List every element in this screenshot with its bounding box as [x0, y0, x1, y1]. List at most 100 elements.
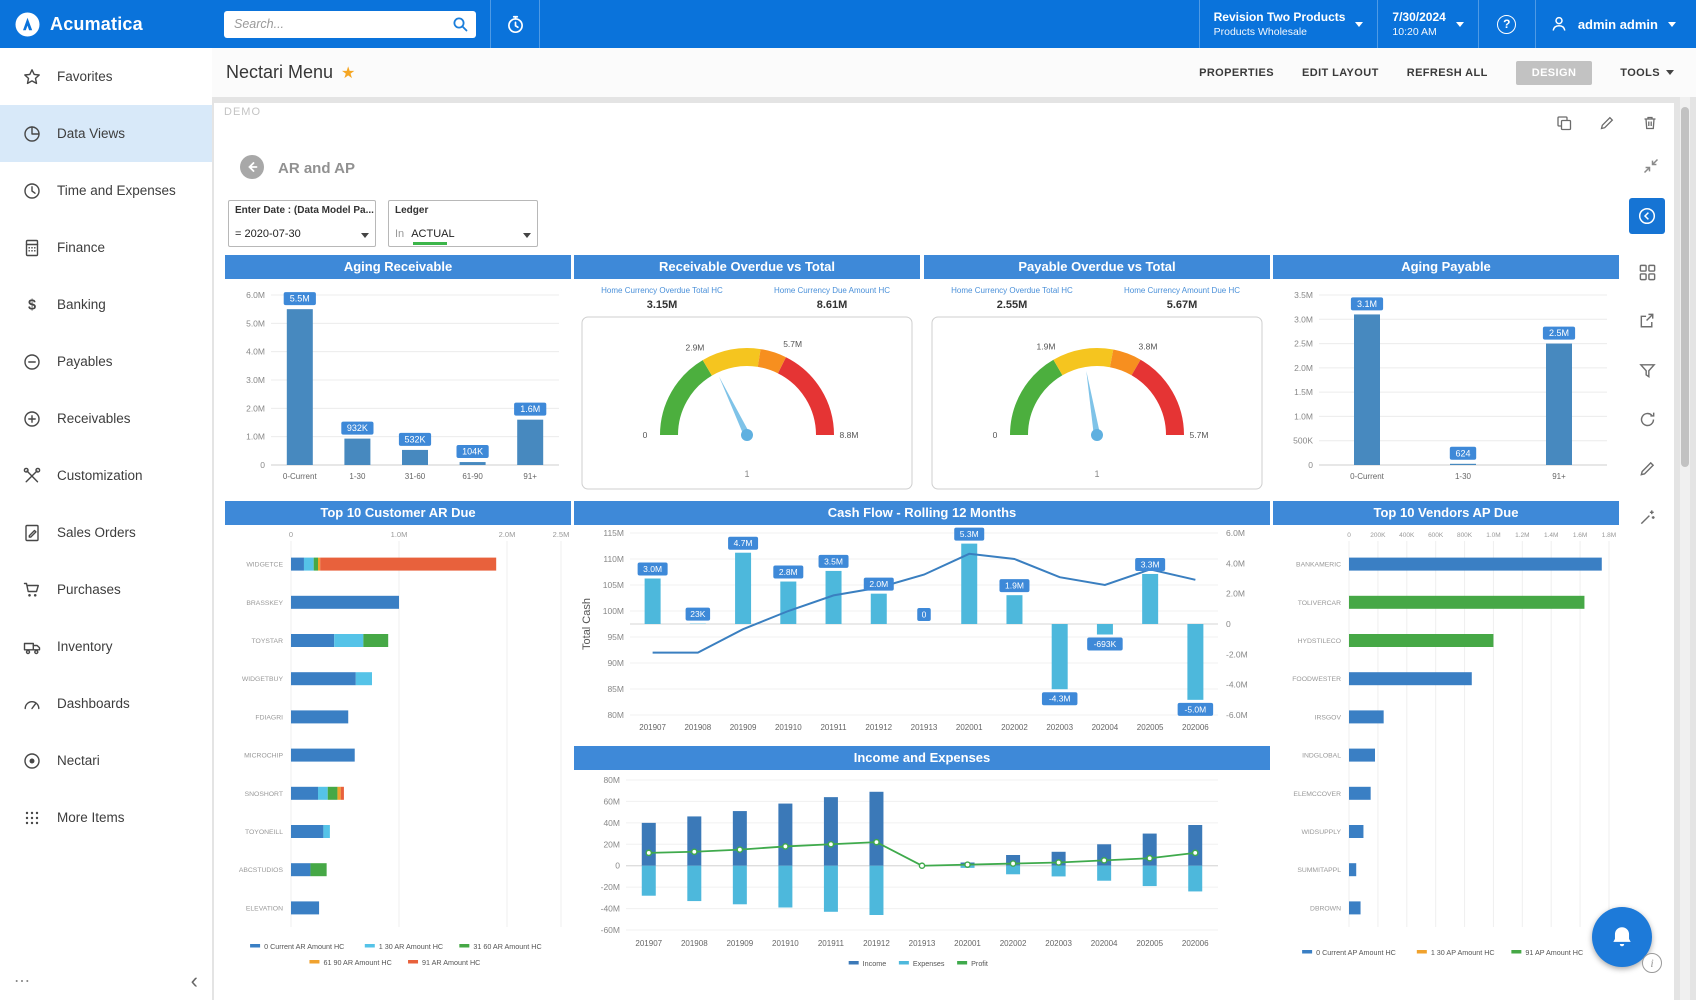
design-button[interactable]: DESIGN	[1516, 61, 1593, 85]
svg-text:3.5M: 3.5M	[1294, 290, 1313, 300]
svg-text:0: 0	[260, 460, 265, 470]
enter-date-filter[interactable]: Enter Date : (Data Model Pa... = 2020-07…	[228, 200, 376, 247]
svg-text:201910: 201910	[772, 939, 799, 948]
share-icon	[1638, 312, 1657, 331]
svg-text:2.0M: 2.0M	[1294, 363, 1313, 373]
collapse-toolbar-button[interactable]	[1629, 198, 1665, 234]
svg-text:1.0M: 1.0M	[246, 432, 265, 442]
top-vendors-card: Top 10 Vendors AP Due 0200K400K600K800K1…	[1273, 501, 1619, 980]
svg-text:TOYONEILL: TOYONEILL	[245, 829, 283, 836]
svg-text:0: 0	[1347, 532, 1351, 539]
properties-button[interactable]: PROPERTIES	[1199, 67, 1274, 79]
svg-text:800K: 800K	[1457, 532, 1473, 539]
svg-text:WIDSUPPLY: WIDSUPPLY	[1301, 829, 1341, 836]
sidebar-item-label: Sales Orders	[57, 525, 136, 540]
svg-text:TOYSTAR: TOYSTAR	[252, 638, 284, 645]
svg-text:3.0M: 3.0M	[1294, 314, 1313, 324]
sidebar-item-purchases[interactable]: Purchases	[0, 561, 212, 618]
copy-icon[interactable]	[1556, 115, 1572, 131]
edit-button[interactable]	[1629, 450, 1665, 486]
sidebar-item-customization[interactable]: Customization	[0, 447, 212, 504]
sidebar-item-label: Data Views	[57, 126, 125, 141]
gauge-icon	[22, 694, 42, 714]
svg-text:3.3M: 3.3M	[1141, 559, 1160, 569]
company-selector[interactable]: Revision Two Products Products Wholesale	[1200, 0, 1378, 48]
ledger-filter[interactable]: Ledger InACTUAL	[388, 200, 538, 247]
svg-text:-4.0M: -4.0M	[1226, 680, 1248, 690]
edit-layout-button[interactable]: EDIT LAYOUT	[1302, 67, 1379, 79]
top-customers-card: Top 10 Customer AR Due 01.0M2.0M2.5MWIDG…	[225, 501, 571, 980]
top-vendors-chart: 0200K400K600K800K1.0M1.2M1.4M1.6M1.8MBAN…	[1273, 525, 1619, 979]
page-title: Nectari Menu	[226, 62, 333, 83]
search-icon[interactable]	[452, 16, 469, 33]
demo-watermark: DEMO	[224, 106, 261, 118]
sidebar-item-receivables[interactable]: Receivables	[0, 390, 212, 447]
widgets-button[interactable]	[1629, 254, 1665, 290]
pencil-icon	[1638, 459, 1657, 478]
svg-text:0: 0	[1226, 619, 1231, 629]
svg-text:202004: 202004	[1091, 939, 1118, 948]
filter-button[interactable]	[1629, 352, 1665, 388]
refresh-all-button[interactable]: REFRESH ALL	[1407, 67, 1488, 79]
user-menu[interactable]: admin admin	[1536, 0, 1696, 48]
company-name: Revision Two Products	[1214, 10, 1346, 26]
dashboard-toolbar	[1628, 198, 1666, 548]
timer-button[interactable]	[491, 0, 539, 48]
svg-text:932K: 932K	[347, 423, 368, 433]
svg-text:3.15M: 3.15M	[647, 299, 678, 311]
svg-text:91 AP Amount HC: 91 AP Amount HC	[1525, 948, 1583, 957]
scrollbar-thumb[interactable]	[1681, 107, 1689, 467]
aging-receivable-chart: 6.0M5.0M4.0M3.0M2.0M1.0M05.5M0-Current93…	[225, 279, 571, 497]
svg-text:DBROWN: DBROWN	[1310, 905, 1341, 912]
help-button[interactable]: ?	[1479, 0, 1535, 48]
sidebar-item-inventory[interactable]: Inventory	[0, 618, 212, 675]
sidebar-item-finance[interactable]: Finance	[0, 219, 212, 276]
design-wand-button[interactable]	[1629, 499, 1665, 535]
receivable-overdue-gauge: Home Currency Overdue Total HC3.15MHome …	[574, 279, 920, 497]
dashboard-title: AR and AP	[278, 160, 355, 177]
back-button[interactable]	[240, 155, 264, 179]
svg-text:-40M: -40M	[601, 904, 620, 914]
sidebar-item-sales-orders[interactable]: Sales Orders	[0, 504, 212, 561]
sidebar-item-data-views[interactable]: Data Views	[0, 105, 212, 162]
sidebar-item-banking[interactable]: $Banking	[0, 276, 212, 333]
sidebar-item-time-and-expenses[interactable]: Time and Expenses	[0, 162, 212, 219]
edit-pencil-icon[interactable]	[1599, 115, 1615, 131]
collapse-dashboard-button[interactable]	[1642, 157, 1660, 175]
svg-text:1.0M: 1.0M	[391, 530, 408, 539]
chevron-down-icon	[1355, 22, 1363, 27]
collapse-sidebar-button[interactable]: ‹	[191, 970, 198, 992]
acumatica-logo[interactable]: Acumatica	[0, 11, 212, 38]
business-date-selector[interactable]: 7/30/2024 10:20 AM	[1378, 0, 1477, 48]
truck-icon	[22, 637, 42, 657]
sidebar-item-dashboards[interactable]: Dashboards	[0, 675, 212, 732]
refresh-icon	[1638, 410, 1657, 429]
sidebar-item-label: Time and Expenses	[57, 183, 176, 198]
svg-text:3.8M: 3.8M	[1139, 342, 1158, 352]
back-arrow-icon	[245, 160, 259, 174]
favorite-star-icon[interactable]: ★	[341, 63, 355, 83]
refresh-button[interactable]	[1629, 401, 1665, 437]
info-button[interactable]: i	[1642, 953, 1662, 973]
tools-menu-button[interactable]: TOOLS	[1620, 67, 1674, 79]
svg-text:91+: 91+	[1552, 472, 1566, 481]
export-button[interactable]	[1629, 303, 1665, 339]
svg-text:1.0M: 1.0M	[1294, 411, 1313, 421]
sidebar-item-label: Receivables	[57, 411, 131, 426]
sidebar-item-label: Dashboards	[57, 696, 130, 711]
more-options-button[interactable]: ⋯	[14, 971, 30, 991]
sidebar-item-favorites[interactable]: Favorites	[0, 48, 212, 105]
filter-label: Ledger	[389, 201, 537, 216]
svg-text:20M: 20M	[603, 839, 620, 849]
search-input[interactable]	[224, 11, 476, 38]
svg-text:0: 0	[993, 430, 998, 440]
sidebar-item-payables[interactable]: Payables	[0, 333, 212, 390]
sidebar-item-more-items[interactable]: More Items	[0, 789, 212, 846]
svg-text:202001: 202001	[954, 939, 981, 948]
sidebar-item-nectari[interactable]: Nectari	[0, 732, 212, 789]
filter-operator: In	[395, 228, 404, 240]
svg-text:3.0M: 3.0M	[246, 375, 265, 385]
filter-value: InACTUAL	[395, 228, 455, 240]
company-branch: Products Wholesale	[1214, 26, 1346, 39]
delete-trash-icon[interactable]	[1642, 115, 1658, 131]
